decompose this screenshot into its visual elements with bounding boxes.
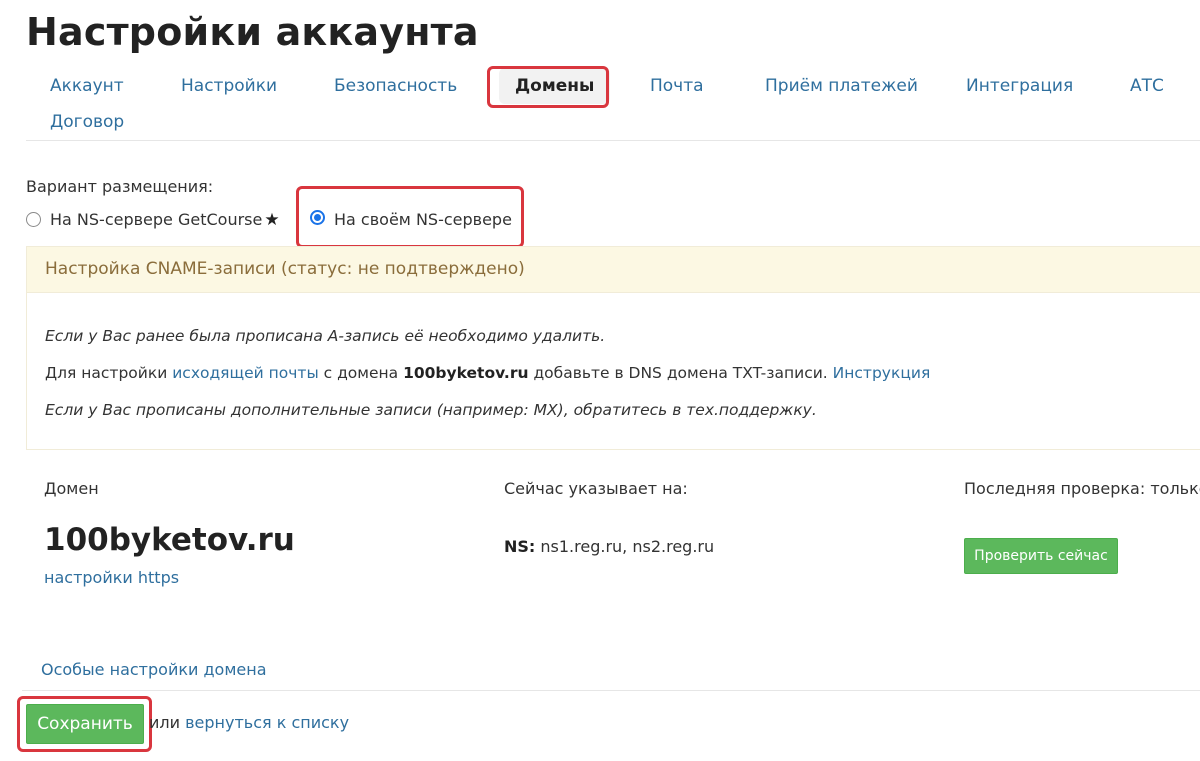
cname-a-record-note: Если у Вас ранее была прописана А-запись… — [45, 327, 606, 345]
tab-pbx[interactable]: АТС — [1130, 76, 1164, 96]
radio-own-ns-label[interactable]: На своём NS-сервере — [334, 210, 512, 229]
footer-back-text: или вернуться к списку — [149, 713, 350, 732]
star-icon: ★ — [264, 210, 280, 230]
page-title: Настройки аккаунта — [26, 10, 479, 54]
footer-divider — [22, 690, 1200, 691]
cname-panel-header: Настройка CNAME-записи (статус: не подтв… — [27, 247, 1200, 293]
cname-extra-records-note: Если у Вас прописаны дополнительные запи… — [45, 401, 817, 419]
check-now-button[interactable]: Проверить сейчас — [964, 538, 1118, 574]
radio-getcourse-ns[interactable] — [26, 212, 41, 227]
outgoing-mail-link[interactable]: исходящей почты — [172, 364, 318, 382]
col-header-points-to: Сейчас указывает на: — [504, 479, 688, 498]
tab-domains[interactable]: Домены — [499, 68, 611, 104]
tabs-divider — [26, 140, 1200, 141]
cname-txt-note: Для настройки исходящей почты с домена 1… — [45, 364, 931, 382]
hosting-label: Вариант размещения: — [26, 177, 214, 196]
instruction-link[interactable]: Инструкция — [833, 364, 931, 382]
tab-mail[interactable]: Почта — [650, 76, 704, 96]
tab-account[interactable]: Аккаунт — [50, 76, 124, 96]
account-settings-page: Настройки аккаунта Аккаунт Настройки Без… — [0, 0, 1200, 761]
tab-contract[interactable]: Договор — [50, 112, 124, 132]
back-to-list-link[interactable]: вернуться к списку — [185, 713, 349, 732]
cname-panel: Настройка CNAME-записи (статус: не подтв… — [26, 246, 1200, 450]
ns-label: NS: — [504, 537, 536, 556]
radio-getcourse-ns-label[interactable]: На NS-сервере GetCourse ★ — [50, 210, 280, 230]
ns-value: NS: ns1.reg.ru, ns2.reg.ru — [504, 537, 715, 556]
save-button[interactable]: Сохранить — [26, 704, 144, 744]
tab-payments[interactable]: Приём платежей — [765, 76, 918, 96]
domain-name: 100byketov.ru — [44, 522, 295, 558]
col-header-domain: Домен — [44, 479, 99, 498]
tab-settings[interactable]: Настройки — [181, 76, 277, 96]
tab-integration[interactable]: Интеграция — [966, 76, 1073, 96]
https-settings-link[interactable]: настройки https — [44, 568, 179, 587]
tab-security[interactable]: Безопасность — [334, 76, 457, 96]
radio-own-ns[interactable] — [310, 210, 325, 225]
cname-domain: 100byketov.ru — [403, 364, 529, 382]
col-header-last-check: Последняя проверка: только — [964, 479, 1200, 498]
cname-status-title: Настройка CNAME-записи (статус: не подтв… — [45, 259, 525, 279]
special-domain-settings-link[interactable]: Особые настройки домена — [41, 660, 267, 679]
